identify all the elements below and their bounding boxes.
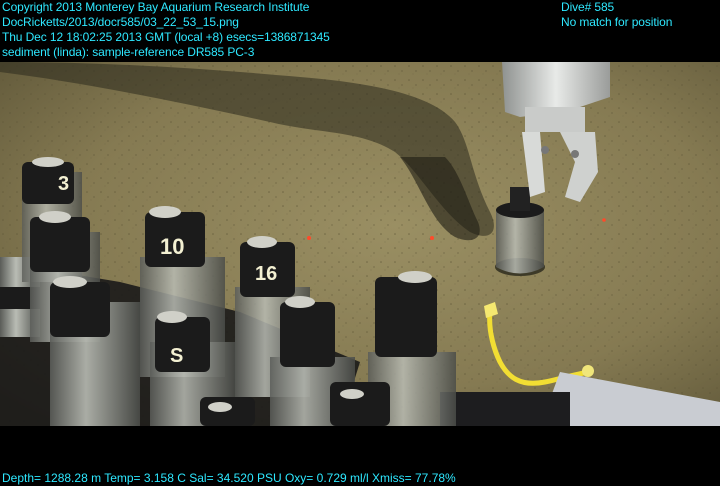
timestamp-text: Thu Dec 12 18:02:25 2013 GMT (local +8) … <box>2 30 330 44</box>
position-status-text: No match for position <box>561 15 673 29</box>
panel-marker-float <box>582 365 594 377</box>
video-frame: Copyright 2013 Monterey Bay Aquarium Res… <box>0 0 720 486</box>
seafloor-scene: 3 10 16 S <box>0 62 720 426</box>
gripper-bolt <box>571 150 579 158</box>
manipulator-joint <box>525 107 585 132</box>
rack-frame <box>440 392 570 426</box>
gripper-bolt <box>541 146 549 154</box>
dive-number-text: Dive# 585 <box>561 0 615 14</box>
telemetry-text: Depth= 1288.28 m Temp= 3.158 C Sal= 34.5… <box>2 471 456 485</box>
laser-dot <box>307 236 311 240</box>
copyright-text: Copyright 2013 Monterey Bay Aquarium Res… <box>2 0 310 14</box>
sample-note-text: sediment (linda): sample-reference DR585… <box>2 45 255 59</box>
inserted-push-core <box>496 210 544 274</box>
tube-label: 3 <box>58 173 69 195</box>
push-core-tube <box>330 382 390 426</box>
filename-text: DocRicketts/2013/docr585/03_22_53_15.png <box>2 15 239 29</box>
laser-dot <box>430 236 434 240</box>
push-core-tube <box>200 397 255 426</box>
seafloor-image: 3 10 16 S <box>0 62 720 426</box>
tube-label: 16 <box>255 263 277 285</box>
laser-dot <box>602 218 606 222</box>
tube-label: 10 <box>160 234 184 259</box>
core-handle <box>510 187 530 211</box>
tube-label: S <box>170 345 183 367</box>
